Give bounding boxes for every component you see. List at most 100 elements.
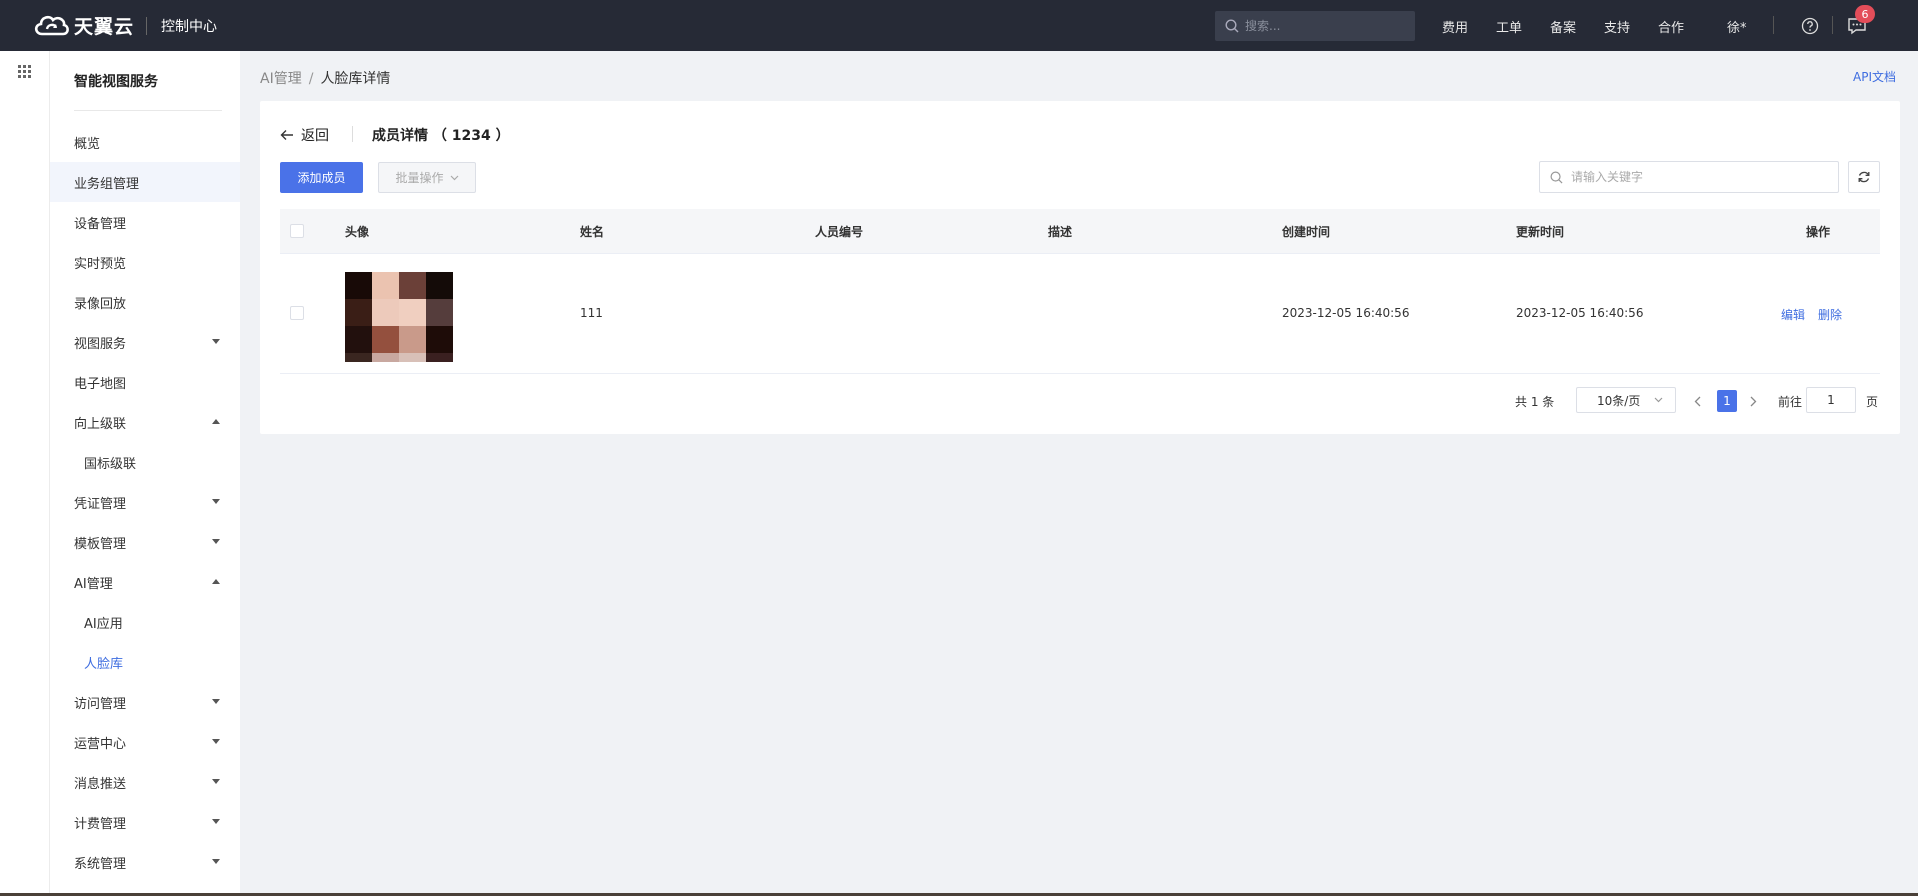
- sidebar-item[interactable]: 实时预览: [50, 242, 240, 282]
- sidebar-item-label: 实时预览: [74, 256, 127, 272]
- table-header: 头像 姓名 人员编号 描述 创建时间 更新时间 操作: [280, 209, 1880, 254]
- sidebar-item[interactable]: 人脸库: [50, 642, 240, 682]
- page-number-current[interactable]: 1: [1717, 390, 1737, 412]
- chevron-down-icon: [1654, 397, 1663, 403]
- sidebar-item-label: AI管理: [74, 576, 113, 592]
- nav-partner[interactable]: 合作: [1658, 17, 1684, 36]
- sidebar-item[interactable]: AI管理: [50, 562, 240, 602]
- sidebar-item-label: 设备管理: [74, 216, 127, 232]
- header-name: 姓名: [580, 225, 605, 239]
- caret-down-icon: [212, 779, 220, 784]
- edit-link[interactable]: 编辑: [1781, 306, 1805, 323]
- sidebar-item[interactable]: 访问管理: [50, 682, 240, 722]
- global-search[interactable]: [1215, 11, 1415, 41]
- caret-down-icon: [212, 859, 220, 864]
- sidebar-item-label: 消息推送: [74, 776, 127, 792]
- caret-down-icon: [212, 739, 220, 744]
- table-row: 111 2023-12-05 16:40:56 2023-12-05 16:40…: [280, 254, 1880, 374]
- apps-grid-icon[interactable]: [18, 65, 32, 79]
- header-description: 描述: [1048, 225, 1073, 239]
- select-all-checkbox[interactable]: [290, 224, 304, 238]
- sidebar-item[interactable]: 设备管理: [50, 202, 240, 242]
- sidebar-title: 智能视图服务: [74, 74, 158, 90]
- header-avatar: 头像: [345, 225, 370, 239]
- sidebar-item-label: 概览: [74, 136, 101, 152]
- refresh-icon: [1858, 171, 1870, 183]
- batch-operation-label: 批量操作: [395, 171, 444, 185]
- nav-ticket[interactable]: 工单: [1496, 17, 1522, 36]
- arrow-left-icon: [280, 130, 293, 140]
- sidebar-item[interactable]: 运营中心: [50, 722, 240, 762]
- top-divider: [1773, 16, 1774, 34]
- caret-down-icon: [212, 819, 220, 824]
- sidebar-item[interactable]: 凭证管理: [50, 482, 240, 522]
- sidebar-item-label: 向上级联: [74, 416, 127, 432]
- message-count-badge: 6: [1855, 5, 1875, 23]
- brand-logo[interactable]: 天翼云: [32, 10, 134, 40]
- member-table: 头像 姓名 人员编号 描述 创建时间 更新时间 操作 111 2023-12-0…: [280, 209, 1880, 374]
- sidebar-item[interactable]: 业务组管理: [50, 162, 240, 202]
- page-size-select[interactable]: 10条/页: [1576, 387, 1676, 413]
- sidebar-item[interactable]: 模板管理: [50, 522, 240, 562]
- sidebar-item[interactable]: AI应用: [50, 602, 240, 642]
- sidebar-item[interactable]: 计费管理: [50, 802, 240, 842]
- caret-down-icon: [212, 339, 220, 344]
- sidebar-item-label: 计费管理: [74, 816, 127, 832]
- keyword-search[interactable]: [1539, 161, 1839, 193]
- sidebar-item-label: 人脸库: [84, 656, 124, 672]
- sidebar-item[interactable]: 消息推送: [50, 762, 240, 802]
- delete-link[interactable]: 删除: [1818, 306, 1842, 323]
- cell-updated: 2023-12-05 16:40:56: [1516, 306, 1644, 320]
- back-label: 返回: [301, 128, 329, 144]
- total-count: 共 1 条: [1515, 395, 1555, 409]
- caret-down-icon: [212, 699, 220, 704]
- sidebar-item[interactable]: 电子地图: [50, 362, 240, 402]
- keyword-search-input[interactable]: [1571, 170, 1821, 184]
- prev-page-icon[interactable]: [1694, 396, 1701, 407]
- sidebar-item-label: 访问管理: [74, 696, 127, 712]
- main-content: AI管理 / 人脸库详情 API文档 返回 成员详情 （ 1234 ） 添加成员 批…: [240, 51, 1918, 893]
- sidebar-item[interactable]: 概览: [50, 122, 240, 162]
- next-page-icon[interactable]: [1750, 396, 1757, 407]
- sidebar-item[interactable]: 视图服务: [50, 322, 240, 362]
- back-button[interactable]: 返回: [280, 125, 329, 145]
- goto-label: 前往: [1778, 395, 1803, 409]
- sidebar-item-label: 视图服务: [74, 336, 127, 352]
- user-name[interactable]: 徐*: [1727, 17, 1747, 36]
- add-member-button[interactable]: 添加成员: [280, 162, 363, 193]
- help-icon[interactable]: [1798, 14, 1822, 38]
- title-divider: [352, 126, 353, 142]
- row-checkbox[interactable]: [290, 306, 304, 320]
- sidebar-item[interactable]: 录像回放: [50, 282, 240, 322]
- header-created: 创建时间: [1282, 225, 1331, 239]
- sidebar: 智能视图服务 概览业务组管理设备管理实时预览录像回放视图服务电子地图向上级联国标…: [50, 51, 240, 893]
- chevron-down-icon: [450, 175, 458, 180]
- batch-operation-button[interactable]: 批量操作: [378, 162, 476, 193]
- cell-created: 2023-12-05 16:40:56: [1282, 306, 1410, 320]
- api-doc-link[interactable]: API文档: [1853, 68, 1896, 85]
- member-card: 返回 成员详情 （ 1234 ） 添加成员 批量操作 头像 姓名 人员编号 描述…: [260, 101, 1900, 434]
- sidebar-item[interactable]: 国标级联: [50, 442, 240, 482]
- caret-up-icon: [212, 579, 220, 584]
- header-updated: 更新时间: [1516, 225, 1565, 239]
- nav-billing[interactable]: 费用: [1442, 17, 1468, 36]
- nav-support[interactable]: 支持: [1604, 17, 1630, 36]
- cell-name: 111: [580, 306, 603, 320]
- sidebar-divider: [74, 110, 222, 111]
- sidebar-item-label: 电子地图: [74, 376, 127, 392]
- nav-filing[interactable]: 备案: [1550, 17, 1576, 36]
- console-link[interactable]: 控制中心: [161, 16, 217, 36]
- sidebar-item[interactable]: 向上级联: [50, 402, 240, 442]
- breadcrumb-parent[interactable]: AI管理: [260, 71, 302, 87]
- search-icon: [1225, 19, 1239, 33]
- global-search-input[interactable]: [1245, 19, 1405, 33]
- member-detail-title: 成员详情 （ 1234 ）: [372, 128, 510, 144]
- top-bar: 天翼云 控制中心 费用 工单 备案 支持 合作 徐* 6: [0, 0, 1918, 51]
- search-icon: [1550, 171, 1563, 183]
- top-divider: [1832, 16, 1833, 34]
- sidebar-item-label: 凭证管理: [74, 496, 127, 512]
- goto-page-input[interactable]: [1806, 387, 1856, 413]
- logo-divider: [146, 17, 147, 35]
- sidebar-item[interactable]: 系统管理: [50, 842, 240, 882]
- refresh-button[interactable]: [1848, 161, 1880, 193]
